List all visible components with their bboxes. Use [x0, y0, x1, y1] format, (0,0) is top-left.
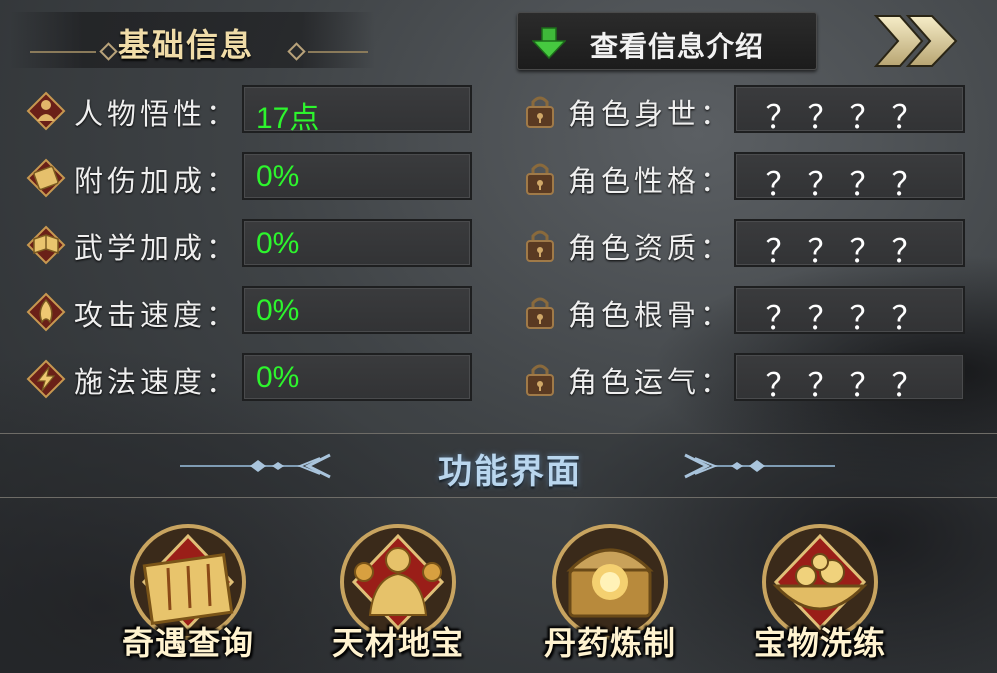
- function-label: 天材地宝: [331, 624, 464, 662]
- trait-row: 角色资质： ？？？？: [520, 219, 965, 270]
- arrow-down-icon: [532, 27, 566, 59]
- trait-value-box: ？？？？: [734, 85, 965, 136]
- trait-row: 角色性格： ？？？？: [520, 152, 965, 203]
- trait-value-box: ？？？？: [734, 219, 965, 270]
- scroll-icon: [26, 158, 66, 198]
- trait-value-box: ？？？？: [734, 152, 965, 203]
- trait-label: 角色性格：: [568, 164, 734, 198]
- stat-value-box: 0%: [242, 219, 472, 267]
- title-line-left: [30, 51, 96, 53]
- martial-book-icon: [26, 225, 66, 265]
- trait-label: 角色资质：: [568, 231, 734, 265]
- intro-button-label: 查看信息介绍: [590, 30, 765, 63]
- trait-value-box: ？？？？: [734, 286, 965, 337]
- stat-value: 17点: [256, 102, 320, 135]
- title-diamond-left: [99, 42, 118, 61]
- trait-row: 角色身世： ？？？？: [520, 85, 965, 136]
- divider-bottom: [0, 497, 997, 498]
- rare-treasures-button[interactable]: 天材地宝: [318, 520, 478, 670]
- flame-attack-icon: [26, 292, 66, 332]
- trait-value: ？？？？: [765, 232, 934, 270]
- trait-value: ？？？？: [765, 299, 934, 337]
- stat-label: 附伤加成：: [74, 164, 240, 198]
- stat-value-box: 17点: [242, 85, 472, 135]
- lock-icon: [526, 96, 554, 128]
- trait-label: 角色身世：: [568, 97, 734, 131]
- ornament-right-icon: [684, 453, 835, 479]
- lock-icon: [526, 364, 554, 396]
- adventure-query-button[interactable]: 奇遇查询: [108, 520, 268, 670]
- person-icon: [26, 91, 66, 131]
- stat-label: 攻击速度：: [74, 298, 240, 332]
- stat-value-box: 0%: [242, 286, 472, 334]
- stat-label: 施法速度：: [74, 365, 240, 399]
- section-title: 基础信息: [118, 26, 255, 64]
- trait-value: ？？？？: [765, 165, 934, 203]
- section-header: 基础信息: [10, 12, 375, 68]
- stat-value-box: 0%: [242, 353, 472, 401]
- trait-value: ？？？？: [765, 366, 934, 404]
- stat-value: 0%: [256, 361, 300, 394]
- function-label: 丹药炼制: [543, 624, 676, 662]
- ornament-left-icon: [180, 453, 331, 479]
- lightning-icon: [26, 359, 66, 399]
- treasure-refining-button[interactable]: 宝物洗练: [740, 520, 900, 670]
- stat-label: 武学加成：: [74, 231, 240, 265]
- function-label: 宝物洗练: [753, 624, 886, 662]
- function-section-title: 功能界面: [438, 452, 582, 492]
- stat-row: 武学加成： 0%: [26, 219, 472, 269]
- divider-top: [0, 433, 997, 434]
- stat-value: 0%: [256, 227, 300, 260]
- trait-label: 角色根骨：: [568, 298, 734, 332]
- trait-row: 角色运气： ？？？？: [520, 353, 965, 404]
- stat-row: 附伤加成： 0%: [26, 152, 472, 202]
- lock-icon: [526, 230, 554, 262]
- stat-label: 人物悟性：: [74, 97, 240, 131]
- stat-row: 施法速度： 0%: [26, 353, 472, 403]
- title-diamond-right: [287, 42, 306, 61]
- title-line-right: [308, 51, 368, 53]
- stat-value: 0%: [256, 294, 300, 327]
- trait-value-box: ？？？？: [734, 353, 965, 404]
- stat-row: 攻击速度： 0%: [26, 286, 472, 336]
- function-label: 奇遇查询: [121, 624, 254, 662]
- trait-row: 角色根骨： ？？？？: [520, 286, 965, 337]
- lock-icon: [526, 297, 554, 329]
- stat-value-box: 0%: [242, 152, 472, 200]
- stat-value: 0%: [256, 160, 300, 193]
- trait-value: ？？？？: [765, 98, 934, 136]
- lock-icon: [526, 163, 554, 195]
- stat-row: 人物悟性： 17点: [26, 85, 472, 135]
- elixir-refining-button[interactable]: 丹药炼制: [530, 520, 690, 670]
- trait-label: 角色运气：: [568, 365, 734, 399]
- view-info-intro-button[interactable]: 查看信息介绍: [517, 12, 817, 70]
- double-chevron-right-icon[interactable]: [872, 14, 960, 68]
